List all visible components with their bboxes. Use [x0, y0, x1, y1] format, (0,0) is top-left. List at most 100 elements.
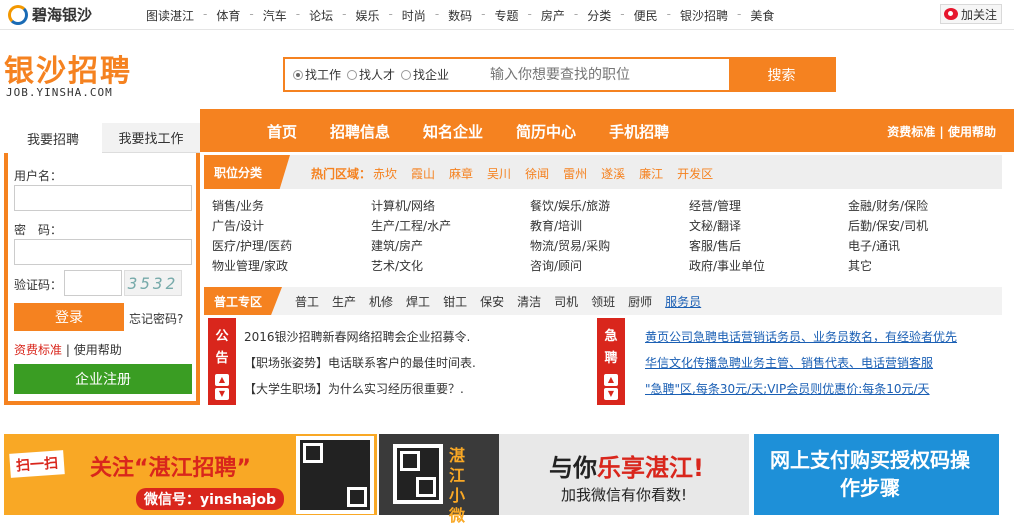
urgent-list: 黄页公司急聘电话营销话务员、业务员数名，有经验者优先 华信文化传播急聘业务主管、销…	[645, 324, 957, 402]
tab-jobseeker[interactable]: 我要找工作	[102, 123, 200, 153]
category-link[interactable]: 餐饮/娱乐/旅游	[530, 198, 689, 214]
banner-headline: 网上支付购买授权码操作步骤	[770, 448, 970, 500]
top-nav-link[interactable]: 体育	[216, 7, 240, 24]
help-sep: |	[62, 343, 74, 357]
category-link[interactable]: 金融/财务/保险	[848, 198, 1002, 214]
tab-employer[interactable]: 我要招聘	[4, 123, 102, 153]
hot-area-link[interactable]: 徐闻	[525, 165, 549, 182]
main-nav-item[interactable]: 招聘信息	[330, 121, 390, 142]
urgent-item[interactable]: 华信文化传播急聘业务主管、销售代表、电话营销客服	[645, 350, 957, 376]
general-work-link[interactable]: 服务员	[665, 293, 701, 310]
top-nav-link[interactable]: 图读湛江	[146, 7, 194, 24]
top-nav-link[interactable]: 美食	[750, 7, 774, 24]
top-nav-link[interactable]: 娱乐	[355, 7, 379, 24]
nav-separator: -	[295, 7, 301, 21]
notice-item[interactable]: 2016银沙招聘新春网络招聘会企业招募令.	[244, 324, 476, 350]
category-link[interactable]: 客服/售后	[689, 238, 848, 254]
nav-separator: -	[527, 7, 532, 21]
captcha-field[interactable]	[64, 270, 122, 296]
category-link[interactable]: 广告/设计	[212, 218, 371, 234]
top-nav-link[interactable]: 便民	[634, 7, 658, 24]
general-work-title: 普工专区	[204, 287, 282, 315]
category-link[interactable]: 咨询/顾问	[530, 258, 689, 274]
category-link[interactable]: 建筑/房产	[371, 238, 530, 254]
category-link[interactable]: 电子/通讯	[848, 238, 1002, 254]
top-nav-link[interactable]: 房产	[541, 7, 565, 24]
radio-icon	[293, 69, 303, 80]
top-nav-link[interactable]: 汽车	[263, 7, 287, 24]
category-link[interactable]: 经营/管理	[689, 198, 848, 214]
site-logo[interactable]: 碧海银沙	[8, 4, 92, 25]
category-link[interactable]: 其它	[848, 258, 1002, 274]
general-work-link[interactable]: 机修	[369, 293, 393, 310]
weibo-follow-button[interactable]: 加关注	[940, 4, 1002, 24]
register-button[interactable]: 企业注册	[14, 364, 192, 394]
username-field[interactable]	[14, 185, 192, 211]
general-work-link[interactable]: 清洁	[517, 293, 541, 310]
category-link[interactable]: 医疗/护理/医药	[212, 238, 371, 254]
hot-area-link[interactable]: 麻章	[449, 165, 473, 182]
urgent-badge-char: 聘	[604, 351, 618, 366]
search-input[interactable]	[480, 59, 730, 90]
general-work-link[interactable]: 钳工	[443, 293, 467, 310]
scroll-down-icon[interactable]: ▼	[604, 388, 618, 400]
brand-title[interactable]: 银沙招聘	[4, 46, 132, 90]
general-work-link[interactable]: 普工	[295, 293, 319, 310]
general-work-link[interactable]: 厨师	[628, 293, 652, 310]
scroll-down-icon[interactable]: ▼	[215, 388, 229, 400]
top-nav-link[interactable]: 银沙招聘	[680, 7, 728, 24]
general-work-link[interactable]: 领班	[591, 293, 615, 310]
category-link[interactable]: 物流/贸易/采购	[530, 238, 689, 254]
main-nav-item[interactable]: 简历中心	[516, 121, 576, 142]
hot-area-link[interactable]: 赤坎	[373, 165, 397, 182]
search-type-option[interactable]: 找工作	[293, 66, 341, 83]
search-type-option[interactable]: 找企业	[401, 66, 449, 83]
notice-item[interactable]: 【职场张姿势】电话联系客户的最佳时间表.	[244, 350, 476, 376]
captcha-label: 验证码：	[14, 278, 63, 292]
help-link[interactable]: 使用帮助	[74, 343, 122, 357]
category-link[interactable]: 文秘/翻译	[689, 218, 848, 234]
nav-separator: -	[573, 7, 579, 21]
main-nav-item[interactable]: 首页	[267, 121, 297, 142]
urgent-item[interactable]: 黄页公司急聘电话营销话务员、业务员数名，有经验者优先	[645, 324, 957, 350]
main-nav-item[interactable]: 知名企业	[423, 121, 483, 142]
hot-area-link[interactable]: 廉江	[639, 165, 663, 182]
general-work-link[interactable]: 司机	[554, 293, 578, 310]
category-link[interactable]: 物业管理/家政	[212, 258, 371, 274]
nav-separator: -	[434, 7, 440, 21]
category-link[interactable]: 政府/事业单位	[689, 258, 848, 274]
password-field[interactable]	[14, 239, 192, 265]
urgent-item[interactable]: "急聘"区,每条30元/天;VIP会员则优惠价:每条10元/天	[645, 376, 957, 402]
top-nav-link[interactable]: 专题	[495, 7, 519, 24]
top-nav-link[interactable]: 论坛	[309, 7, 333, 24]
banner-wechat-follow[interactable]: 扫一扫 关注“湛江招聘” 微信号：yinshajob	[4, 434, 377, 515]
hot-area-link[interactable]: 遂溪	[601, 165, 625, 182]
fee-link[interactable]: 资费标准	[14, 343, 62, 357]
hot-area-link[interactable]: 霞山	[411, 165, 435, 182]
category-link[interactable]: 艺术/文化	[371, 258, 530, 274]
captcha-image[interactable]: 3532	[124, 270, 182, 296]
general-work-link[interactable]: 保安	[480, 293, 504, 310]
hot-area-link[interactable]: 吴川	[487, 165, 511, 182]
nav-right-links[interactable]: 资费标准 | 使用帮助	[887, 123, 996, 140]
general-work-link[interactable]: 生产	[332, 293, 356, 310]
login-button[interactable]: 登录	[14, 303, 124, 331]
top-nav-link[interactable]: 分类	[587, 7, 611, 24]
category-link[interactable]: 后勤/保安/司机	[848, 218, 1002, 234]
general-work-link[interactable]: 焊工	[406, 293, 430, 310]
banner-payment-steps[interactable]: 网上支付购买授权码操作步骤	[754, 434, 999, 515]
main-nav-item[interactable]: 手机招聘	[609, 121, 669, 142]
notice-item[interactable]: 【大学生职场】为什么实习经历很重要？.	[244, 376, 476, 402]
hot-area-link[interactable]: 雷州	[563, 165, 587, 182]
category-link[interactable]: 销售/业务	[212, 198, 371, 214]
search-button[interactable]: 搜索	[729, 59, 834, 90]
top-nav-link[interactable]: 时尚	[402, 7, 426, 24]
forgot-password-link[interactable]: 忘记密码?	[129, 310, 183, 327]
category-link[interactable]: 教育/培训	[530, 218, 689, 234]
top-nav-link[interactable]: 数码	[448, 7, 472, 24]
search-type-option[interactable]: 找人才	[347, 66, 395, 83]
banner-zhanjiang-micro[interactable]: 湛江小微 与你乐享湛江! 加我微信有你看数!	[379, 434, 749, 525]
category-link[interactable]: 生产/工程/水产	[371, 218, 530, 234]
hot-area-link[interactable]: 开发区	[677, 165, 713, 182]
category-link[interactable]: 计算机/网络	[371, 198, 530, 214]
